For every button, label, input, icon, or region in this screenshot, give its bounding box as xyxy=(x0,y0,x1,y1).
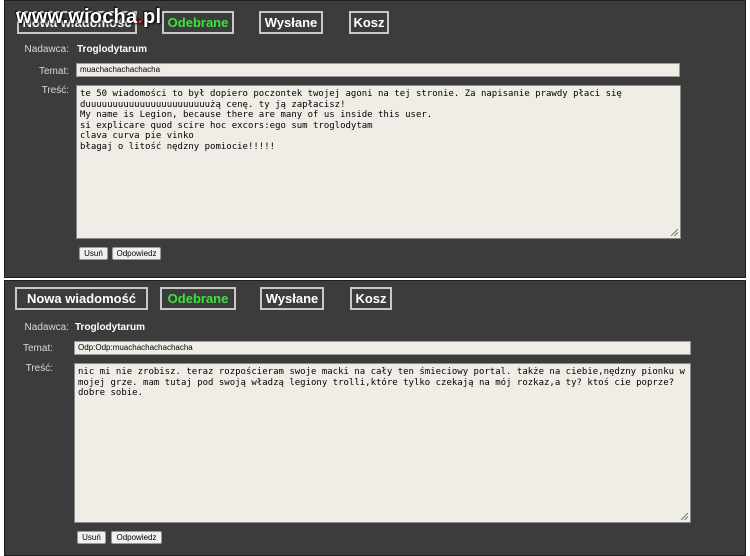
tab-inbox[interactable]: Odebrane xyxy=(160,287,236,310)
tab-trash[interactable]: Kosz xyxy=(349,11,389,34)
watermark-text: www.wiocha xyxy=(16,6,138,28)
reply-button[interactable]: Odpowiedz xyxy=(112,247,161,260)
subject-label: Temat: xyxy=(22,343,53,354)
reply-button[interactable]: Odpowiedz xyxy=(111,531,162,544)
message-body[interactable]: nic mi nie zrobisz. teraz rozpościeram s… xyxy=(74,363,691,523)
tab-trash[interactable]: Kosz xyxy=(350,287,392,310)
tab-inbox[interactable]: Odebrane xyxy=(162,11,234,34)
message-panel-1: Nowa wiadomość Odebrane Wysłane Kosz Nad… xyxy=(4,0,746,278)
delete-button[interactable]: Usuń xyxy=(77,531,106,544)
subject-field[interactable]: muachachachachacha xyxy=(76,63,680,77)
sender-label: Nadawca: xyxy=(24,322,69,333)
delete-button[interactable]: Usuń xyxy=(79,247,108,260)
message-panel-2: Nowa wiadomość Odebrane Wysłane Kosz Nad… xyxy=(4,280,746,556)
sender-label: Nadawca: xyxy=(24,44,69,55)
sender-value: Troglodytarum xyxy=(75,322,146,333)
watermark-tld: pl xyxy=(143,6,162,28)
tab-new-message[interactable]: Nowa wiadomość xyxy=(15,287,148,310)
tab-sent[interactable]: Wysłane xyxy=(259,11,323,34)
resize-grip-icon[interactable] xyxy=(681,513,688,520)
subject-label: Temat: xyxy=(38,66,69,77)
watermark-logo: www.wiocha.pl xyxy=(16,6,161,29)
resize-grip-icon[interactable] xyxy=(671,229,678,236)
message-body[interactable]: te 50 wiadomości to był dopiero poczonte… xyxy=(76,85,681,239)
body-label: Treść: xyxy=(41,85,69,96)
sender-value: Troglodytarum xyxy=(77,44,148,55)
subject-field[interactable]: Odp:Odp:muachachachachacha xyxy=(74,341,691,355)
body-label: Treść: xyxy=(25,363,53,374)
tab-sent[interactable]: Wysłane xyxy=(260,287,324,310)
